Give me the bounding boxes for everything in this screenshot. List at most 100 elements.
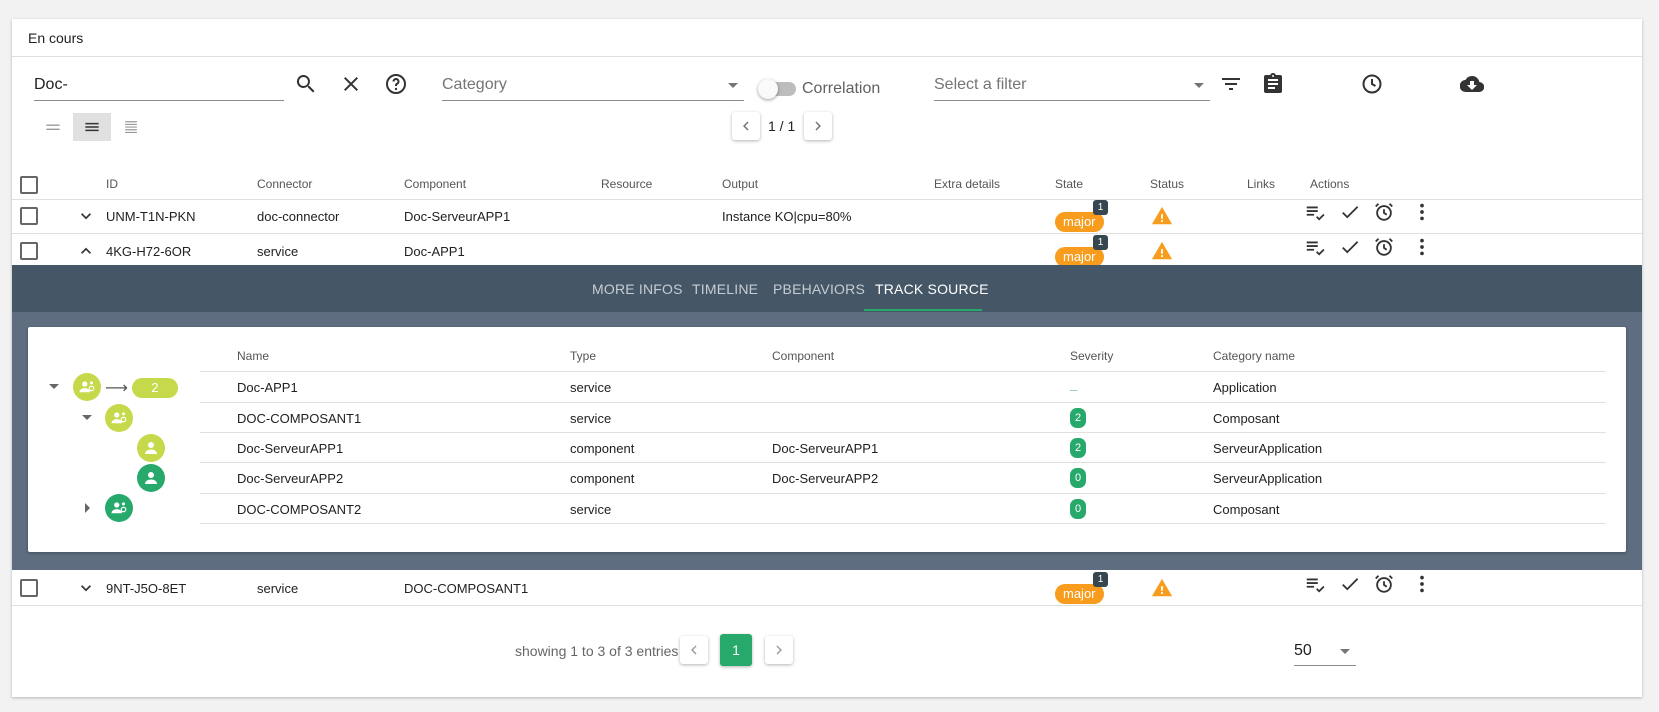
footer-prev-page-button[interactable] [680, 636, 708, 664]
tree-row-name: Doc-ServeurAPP1 [237, 441, 344, 456]
chevron-down-icon [81, 585, 91, 592]
chevron-right-icon [776, 645, 782, 655]
ack-icon [1306, 578, 1325, 593]
validate-button[interactable] [1337, 571, 1363, 597]
clear-search-button[interactable] [335, 68, 367, 100]
tree-node-composant1[interactable] [105, 404, 133, 432]
density-comfortable-button[interactable] [112, 113, 150, 141]
alarm-icon [1375, 238, 1393, 256]
history-button[interactable] [1356, 68, 1388, 100]
tree-node-serveurapp2[interactable] [137, 464, 165, 492]
density-default-button[interactable] [73, 113, 111, 141]
correlation-toggle-knob[interactable] [758, 79, 778, 99]
next-page-button[interactable] [804, 112, 832, 140]
tab-pbehaviors[interactable]: PBEHAVIORS [773, 281, 865, 297]
tree-row-name: Doc-ServeurAPP2 [237, 471, 344, 486]
col-output[interactable]: Output [722, 174, 758, 194]
row-output: Instance KO|cpu=80% [722, 209, 852, 224]
ack-button[interactable] [1302, 234, 1328, 260]
tree-node-root[interactable] [73, 373, 101, 401]
tree-row-type: component [570, 441, 635, 456]
col-status[interactable]: Status [1150, 174, 1184, 194]
row-connector: service [257, 581, 299, 596]
more-actions-button[interactable] [1409, 571, 1435, 597]
tree-node-composant2[interactable] [105, 494, 133, 522]
tree-col-severity: Severity [1070, 349, 1114, 363]
col-links[interactable]: Links [1247, 174, 1275, 194]
arrow-right-icon: ⟶ [105, 380, 128, 397]
tree-row-category: Composant [1213, 411, 1280, 426]
tree-toggle-composant2[interactable] [85, 503, 90, 513]
per-page-select[interactable]: 50 [1294, 636, 1356, 666]
search-button[interactable] [290, 68, 322, 100]
help-button[interactable] [380, 68, 412, 100]
filter-placeholder: Select a filter [934, 75, 1027, 93]
search-field[interactable] [34, 69, 284, 101]
tab-track-source[interactable]: TRACK SOURCE [875, 281, 989, 297]
search-input[interactable] [34, 75, 284, 94]
collapse-row-button[interactable] [76, 241, 96, 266]
tree-node-serveurapp1[interactable] [137, 434, 165, 462]
more-actions-button[interactable] [1409, 234, 1435, 260]
density-comfortable-icon [125, 121, 137, 133]
page-indicator: 1 / 1 [768, 118, 796, 134]
col-component[interactable]: Component [404, 174, 466, 194]
col-resource[interactable]: Resource [601, 174, 652, 194]
col-state[interactable]: State [1055, 174, 1083, 194]
tree-row-name: DOC-COMPOSANT2 [237, 502, 362, 517]
snooze-button[interactable] [1371, 234, 1397, 260]
correlation-label: Correlation [802, 80, 881, 97]
ack-button[interactable] [1302, 571, 1328, 597]
row-component: Doc-ServeurAPP1 [404, 209, 511, 224]
person-icon [145, 442, 157, 454]
state-count-badge: 1 [1093, 572, 1108, 587]
state-count-badge: 1 [1093, 235, 1108, 250]
warning-icon [1151, 206, 1173, 225]
tree-row-severity: _ [1070, 377, 1078, 392]
row-connector: service [257, 244, 299, 259]
page-1-button[interactable]: 1 [720, 634, 752, 666]
filter-select[interactable]: Select a filter [934, 69, 1210, 101]
validate-button[interactable] [1337, 234, 1363, 260]
divider [200, 493, 1606, 494]
ack-button[interactable] [1302, 199, 1328, 225]
more-icon [1420, 238, 1424, 256]
prev-page-button[interactable] [732, 112, 760, 140]
snooze-button[interactable] [1371, 571, 1397, 597]
tree-toggle-composant1[interactable] [82, 415, 92, 420]
col-extra-details[interactable]: Extra details [934, 174, 1000, 194]
root-count-badge[interactable]: 2 [132, 378, 178, 398]
category-select[interactable]: Category [442, 69, 744, 101]
expand-row-button[interactable] [76, 206, 96, 231]
col-connector[interactable]: Connector [257, 174, 312, 194]
tree-row-type: service [570, 502, 612, 517]
tree-row-category: Composant [1213, 502, 1280, 517]
density-compact-button[interactable] [34, 113, 72, 141]
row-connector: doc-connector [257, 209, 340, 224]
tree-row-component: Doc-ServeurAPP1 [772, 441, 879, 456]
row-checkbox[interactable] [20, 207, 38, 225]
more-icon [1420, 575, 1424, 593]
clipboard-button[interactable] [1257, 68, 1289, 100]
export-button[interactable] [1456, 68, 1488, 100]
row-component: DOC-COMPOSANT1 [404, 581, 529, 596]
row-checkbox[interactable] [20, 242, 38, 260]
row-id: 9NT-J5O-8ET [106, 581, 187, 596]
tree-row-type: service [570, 380, 612, 395]
tab-more-infos[interactable]: MORE INFOS [592, 281, 683, 297]
search-icon [296, 75, 315, 93]
clipboard-icon [1264, 73, 1282, 93]
expand-row-button[interactable] [76, 578, 96, 603]
tree-toggle-root[interactable] [49, 384, 59, 389]
more-actions-button[interactable] [1409, 199, 1435, 225]
snooze-button[interactable] [1371, 199, 1397, 225]
col-id[interactable]: ID [106, 174, 118, 194]
row-checkbox[interactable] [20, 579, 38, 597]
filter-button[interactable] [1215, 68, 1247, 100]
tab-timeline[interactable]: TIMELINE [692, 281, 758, 297]
validate-button[interactable] [1337, 199, 1363, 225]
tree-row-category: ServeurApplication [1213, 441, 1323, 456]
select-all-checkbox[interactable] [20, 176, 38, 194]
chevron-down-icon [1194, 82, 1204, 88]
footer-next-page-button[interactable] [765, 636, 793, 664]
